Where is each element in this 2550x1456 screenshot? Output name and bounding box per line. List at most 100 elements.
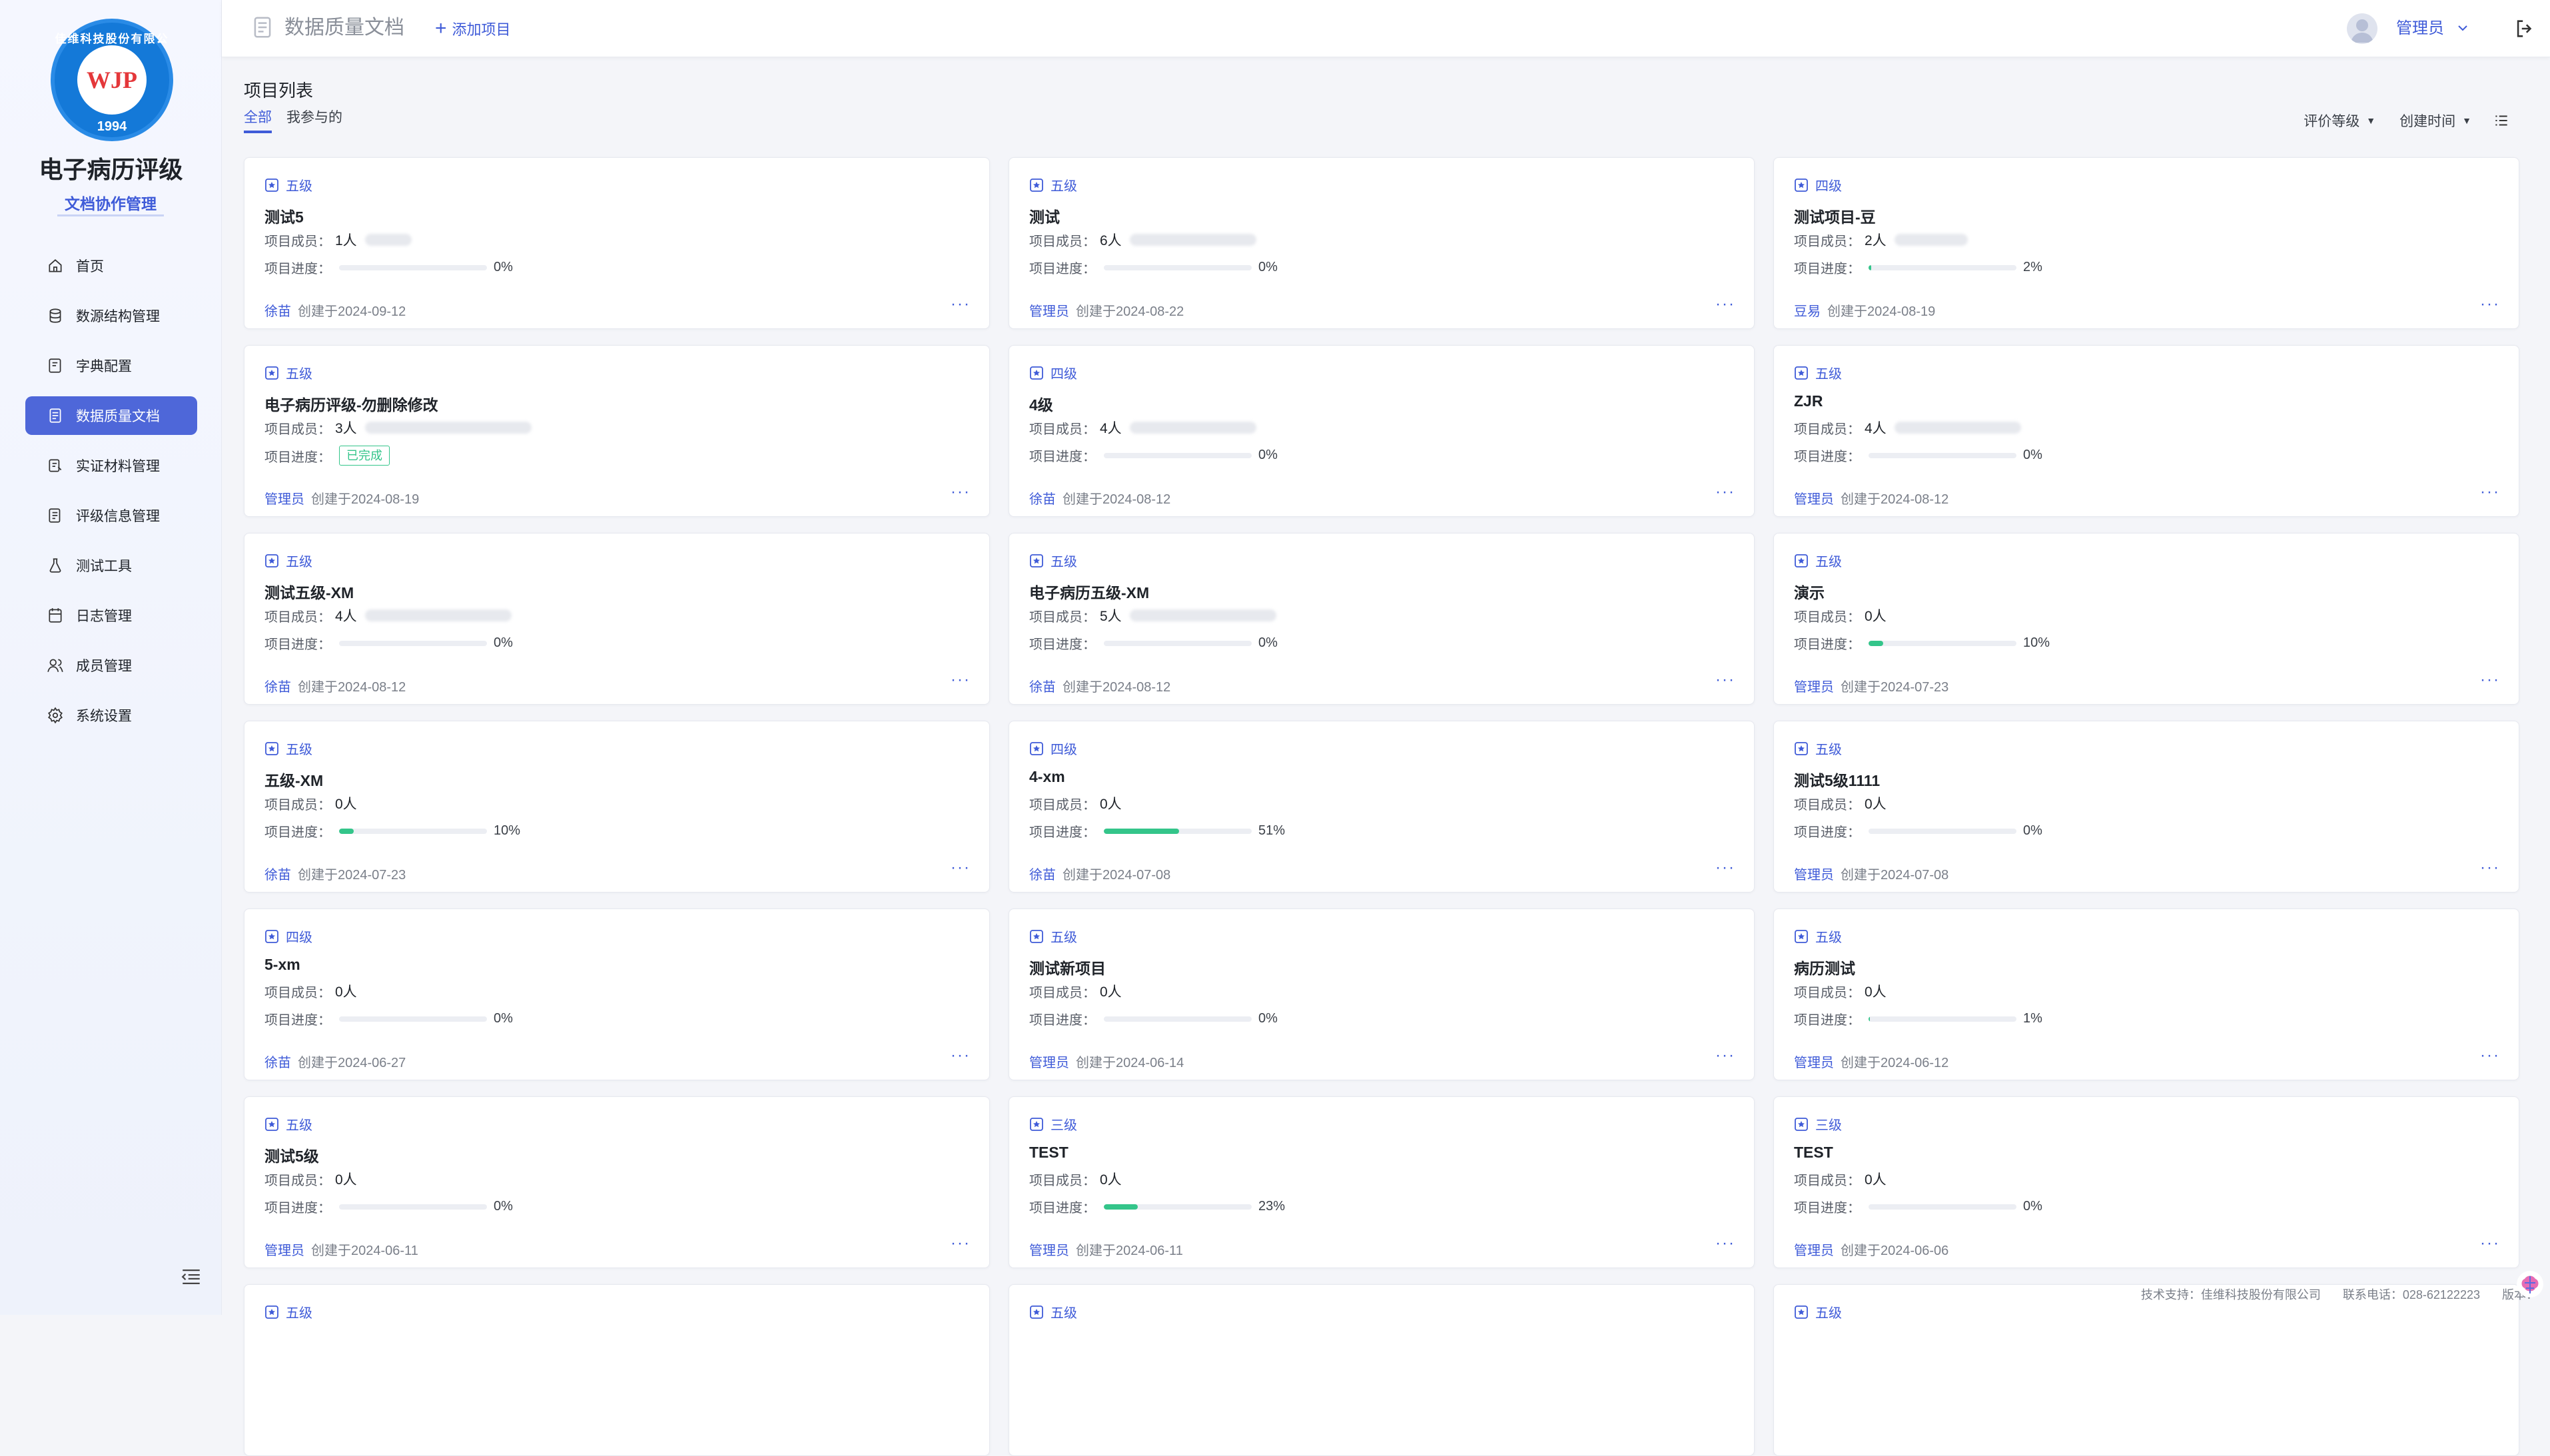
more-options-icon[interactable]: ··· (2480, 1046, 2500, 1065)
project-card[interactable]: 五级 (1773, 1284, 2519, 1456)
creator-name[interactable]: 徐苗 (1029, 492, 1056, 507)
project-name[interactable]: 电子病历五级-XM (1029, 580, 1149, 603)
more-options-icon[interactable]: ··· (951, 295, 971, 314)
project-card[interactable]: 五级 病历测试 项目成员： 0人 项目进度： 1% 管理员 创建于2024-06-12 ··· (1773, 909, 2519, 1080)
sidebar-item-0[interactable]: 首页 (25, 246, 197, 285)
project-name[interactable]: 测试新项目 (1029, 956, 1106, 978)
more-options-icon[interactable]: ··· (2480, 859, 2500, 877)
creator-name[interactable]: 徐苗 (264, 304, 291, 319)
user-name[interactable]: 管理员 (2396, 17, 2444, 40)
add-project-button[interactable]: + 添加项目 (435, 17, 511, 40)
list-view-icon[interactable] (2493, 112, 2510, 129)
creator-name[interactable]: 管理员 (1794, 868, 1834, 883)
project-name[interactable]: 演示 (1794, 580, 1825, 603)
sidebar-item-3[interactable]: 数据质量文档 (25, 396, 197, 435)
more-options-icon[interactable]: ··· (2480, 1234, 2500, 1253)
project-card[interactable]: 四级 4-xm 项目成员： 0人 项目进度： 51% 徐苗 创建于2024-07-08 ··· (1009, 721, 1755, 893)
avatar[interactable] (2347, 13, 2377, 44)
more-options-icon[interactable]: ··· (951, 671, 971, 689)
creator-name[interactable]: 管理员 (1029, 304, 1069, 319)
more-options-icon[interactable]: ··· (2480, 483, 2500, 502)
project-card[interactable]: 四级 4级 项目成员： 4人 项目进度： 0% 徐苗 创建于2024-08-12 ··· (1009, 345, 1755, 517)
project-card[interactable]: 五级 电子病历五级-XM 项目成员： 5人 项目进度： 0% 徐苗 创建于2024-08-12… (1009, 533, 1755, 705)
more-options-icon[interactable]: ··· (1715, 859, 1735, 877)
project-name[interactable]: 测试5级1111 (1794, 768, 1880, 791)
project-footer: 徐苗 创建于2024-09-12 (264, 304, 406, 319)
project-name[interactable]: 五级-XM (264, 768, 323, 791)
project-name[interactable]: 电子病历评级-勿删除修改 (264, 392, 438, 415)
project-card[interactable]: 五级 测试五级-XM 项目成员： 4人 项目进度： 0% 徐苗 创建于2024-08-12 ··… (244, 533, 990, 705)
project-name[interactable]: 测试五级-XM (264, 580, 354, 603)
creator-name[interactable]: 管理员 (1794, 1056, 1834, 1070)
more-options-icon[interactable]: ··· (2480, 671, 2500, 689)
project-name[interactable]: 测试 (1029, 204, 1060, 227)
creator-name[interactable]: 管理员 (1029, 1056, 1069, 1070)
project-card[interactable]: 四级 5-xm 项目成员： 0人 项目进度： 0% 徐苗 创建于2024-06-27 ··· (244, 909, 990, 1080)
project-card[interactable]: 五级 测试新项目 项目成员： 0人 项目进度： 0% 管理员 创建于2024-06-14 ··· (1009, 909, 1755, 1080)
project-name[interactable]: 测试5 (264, 204, 304, 227)
project-card[interactable]: 五级 ZJR 项目成员： 4人 项目进度： 0% 管理员 创建于2024-08-12 ··· (1773, 345, 2519, 517)
more-options-icon[interactable]: ··· (951, 1234, 971, 1253)
more-options-icon[interactable]: ··· (1715, 671, 1735, 689)
project-card[interactable]: 五级 测试5级1111 项目成员： 0人 项目进度： 0% 管理员 创建于2024-07-08… (1773, 721, 2519, 893)
collapse-menu-icon[interactable] (180, 1266, 203, 1288)
sidebar-item-5[interactable]: 评级信息管理 (25, 496, 197, 535)
creator-name[interactable]: 徐苗 (1029, 868, 1056, 883)
more-options-icon[interactable]: ··· (1715, 483, 1735, 502)
creator-name[interactable]: 豆易 (1794, 304, 1821, 319)
creator-name[interactable]: 管理员 (1794, 680, 1834, 695)
project-card[interactable]: 五级 测试5级 项目成员： 0人 项目进度： 0% 管理员 创建于2024-06-11 ··· (244, 1096, 990, 1268)
sort-level-button[interactable]: 评价等级 ▼ (2304, 111, 2375, 131)
creator-name[interactable]: 徐苗 (264, 680, 291, 695)
more-options-icon[interactable]: ··· (951, 859, 971, 877)
project-card[interactable]: 五级 演示 项目成员： 0人 项目进度： 10% 管理员 创建于2024-07-23 ··· (1773, 533, 2519, 705)
creator-name[interactable]: 管理员 (264, 1244, 304, 1258)
sidebar-item-2[interactable]: 字典配置 (25, 346, 197, 385)
more-options-icon[interactable]: ··· (1715, 295, 1735, 314)
project-card[interactable]: 五级 (244, 1284, 990, 1456)
progress-percent: 0% (494, 1011, 513, 1026)
creator-name[interactable]: 管理员 (264, 492, 304, 507)
project-card[interactable]: 三级 TEST 项目成员： 0人 项目进度： 23% 管理员 创建于2024-06-11 ··· (1009, 1096, 1755, 1268)
tab-all[interactable]: 全部 (244, 107, 272, 133)
creator-name[interactable]: 管理员 (1794, 492, 1834, 507)
creator-name[interactable]: 管理员 (1794, 1244, 1834, 1258)
project-name[interactable]: 测试项目-豆 (1794, 204, 1876, 227)
more-options-icon[interactable]: ··· (2480, 295, 2500, 314)
more-options-icon[interactable]: ··· (951, 483, 971, 502)
sidebar-item-6[interactable]: 测试工具 (25, 546, 197, 585)
project-name[interactable]: ZJR (1794, 392, 1823, 410)
more-options-icon[interactable]: ··· (951, 1046, 971, 1065)
sidebar-item-1[interactable]: 数源结构管理 (25, 296, 197, 335)
sort-time-button[interactable]: 创建时间 ▼ (2399, 111, 2471, 131)
sidebar-item-9[interactable]: 系统设置 (25, 696, 197, 735)
project-card[interactable]: 五级 测试 项目成员： 6人 项目进度： 0% 管理员 创建于2024-08-22 ··· (1009, 157, 1755, 329)
logout-icon[interactable] (2513, 17, 2536, 40)
creator-name[interactable]: 徐苗 (264, 1056, 291, 1070)
sidebar-item-7[interactable]: 日志管理 (25, 596, 197, 635)
sidebar-item-4[interactable]: 实证材料管理 (25, 446, 197, 485)
chevron-down-icon[interactable] (2455, 20, 2471, 36)
project-name[interactable]: TEST (1794, 1144, 1833, 1162)
creator-name[interactable]: 徐苗 (1029, 680, 1056, 695)
project-name[interactable]: 病历测试 (1794, 956, 1855, 978)
tab-mine[interactable]: 我参与的 (286, 107, 342, 133)
project-name[interactable]: 4级 (1029, 392, 1053, 415)
project-card[interactable]: 五级 五级-XM 项目成员： 0人 项目进度： 10% 徐苗 创建于2024-07-23 ··· (244, 721, 990, 893)
creator-name[interactable]: 管理员 (1029, 1244, 1069, 1258)
project-card[interactable]: 四级 测试项目-豆 项目成员： 2人 项目进度： 2% 豆易 创建于2024-08-19 ··· (1773, 157, 2519, 329)
sidebar-item-8[interactable]: 成员管理 (25, 646, 197, 685)
project-card[interactable]: 五级 电子病历评级-勿删除修改 项目成员： 3人 项目进度： 已完成 管理员 创建于2024-… (244, 345, 990, 517)
project-name[interactable]: 4-xm (1029, 768, 1065, 786)
creator-name[interactable]: 徐苗 (264, 868, 291, 883)
project-card[interactable]: 五级 测试5 项目成员： 1人 项目进度： 0% 徐苗 创建于2024-09-12 ··· (244, 157, 990, 329)
project-name[interactable]: 测试5级 (264, 1144, 319, 1166)
more-options-icon[interactable]: ··· (1715, 1046, 1735, 1065)
assistant-brain-icon[interactable] (2515, 1270, 2545, 1299)
project-card[interactable]: 三级 TEST 项目成员： 0人 项目进度： 0% 管理员 创建于2024-06-06 ··· (1773, 1096, 2519, 1268)
project-name[interactable]: 5-xm (264, 956, 300, 974)
project-name[interactable]: TEST (1029, 1144, 1068, 1162)
more-options-icon[interactable]: ··· (1715, 1234, 1735, 1253)
project-card[interactable]: 五级 (1009, 1284, 1755, 1456)
level-icon (265, 178, 278, 192)
